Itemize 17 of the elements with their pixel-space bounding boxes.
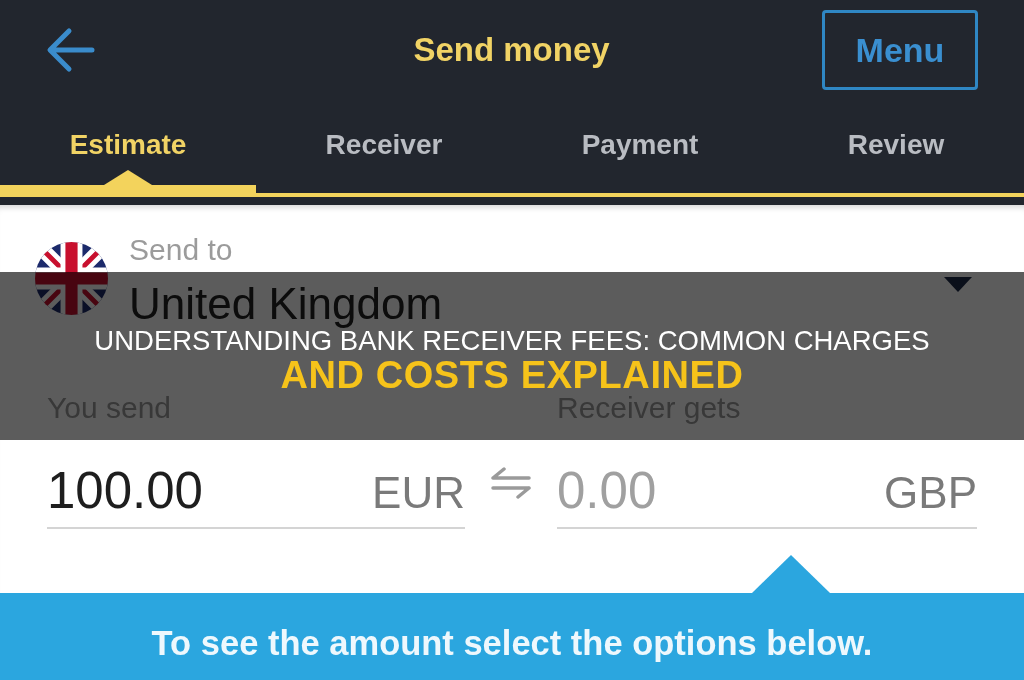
dropdown-caret-icon[interactable] xyxy=(944,277,972,292)
currency-code: GBP xyxy=(884,471,977,515)
back-arrow-icon[interactable] xyxy=(45,27,95,73)
swap-arrows-icon[interactable] xyxy=(490,466,532,500)
step-tab[interactable]: Review xyxy=(768,100,1024,197)
step-tab[interactable]: Payment xyxy=(512,100,768,197)
notice-text: To see the amount select the options below. xyxy=(151,624,873,664)
step-tab[interactable]: Estimate xyxy=(0,100,256,197)
menu-button[interactable]: Menu xyxy=(822,10,978,90)
amount-input[interactable]: 100.00 xyxy=(47,465,373,516)
destination-label: Send to xyxy=(129,235,233,265)
banner-title-line: UNDERSTANDING BANK RECEIVER FEES: COMMON CHARGES xyxy=(94,327,930,355)
currency-code: EUR xyxy=(372,471,465,515)
step-tab[interactable]: Receiver xyxy=(256,100,512,197)
screen-title: Send money xyxy=(413,31,610,69)
amount-input[interactable]: 0.00 xyxy=(557,465,885,516)
banner-title-line: AND COSTS EXPLAINED xyxy=(280,356,744,393)
